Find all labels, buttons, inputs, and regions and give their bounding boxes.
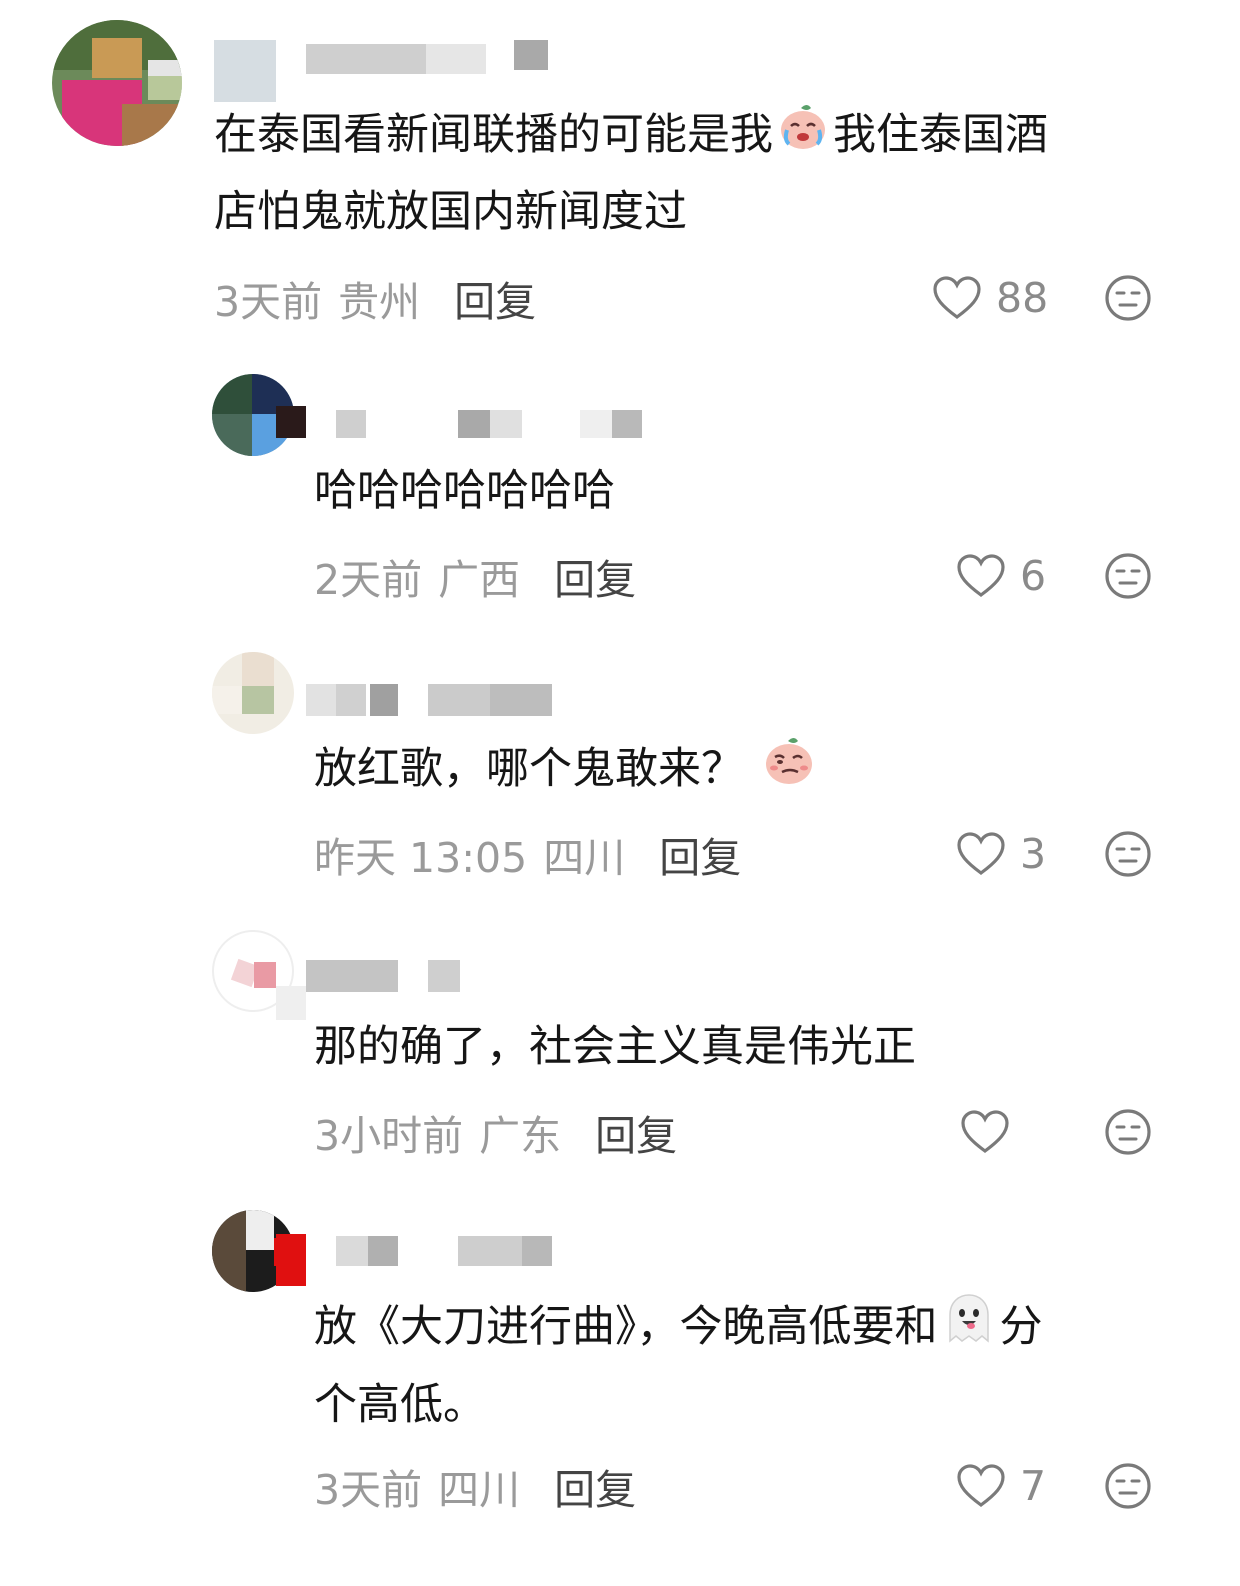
reply-button[interactable]: 回复 — [595, 1102, 677, 1162]
like-button[interactable]: 7 — [956, 1456, 1046, 1516]
avatar[interactable] — [212, 652, 294, 734]
location: 广东 — [479, 1112, 562, 1160]
location: 贵州 — [338, 278, 421, 326]
dislike-button[interactable] — [1104, 274, 1152, 322]
comment-meta: 昨天 13:05 四川 回复 — [314, 824, 741, 884]
like-button[interactable]: 3 — [956, 824, 1046, 884]
blurred-username[interactable] — [276, 376, 646, 438]
heart-icon — [956, 1463, 1006, 1509]
dislike-button[interactable] — [1104, 1108, 1152, 1156]
unamused-face-icon — [1104, 1463, 1152, 1514]
location: 四川 — [543, 834, 626, 882]
reply-button[interactable]: 回复 — [554, 1456, 636, 1516]
timestamp: 3天前 — [214, 278, 323, 326]
reply-button[interactable]: 回复 — [454, 268, 536, 328]
comment-meta: 3天前 四川 回复 — [314, 1456, 636, 1516]
reply-button[interactable]: 回复 — [659, 824, 741, 884]
like-button[interactable]: 6 — [956, 546, 1046, 606]
comment-text: 那的确了，社会主义真是伟光正 — [314, 1022, 916, 1072]
comment-text: 哈哈哈哈哈哈哈 — [314, 466, 615, 516]
timestamp: 2天前 — [314, 556, 423, 604]
comment-text: 放红歌，哪个鬼敢来？ — [314, 732, 1114, 810]
unamused-face-icon — [1104, 1109, 1152, 1160]
like-count: 7 — [1020, 1462, 1047, 1510]
dislike-button[interactable] — [1104, 1462, 1152, 1510]
heart-icon — [932, 275, 982, 321]
heart-icon — [956, 831, 1006, 877]
comment-meta: 2天前 广西 回复 — [314, 546, 636, 606]
like-count: 3 — [1020, 830, 1047, 878]
reply-button[interactable]: 回复 — [554, 546, 636, 606]
unamused-face-icon — [1104, 275, 1152, 326]
like-button[interactable]: 88 — [932, 268, 1048, 328]
comment-text: 在泰国看新闻联播的可能是我 我住泰国酒 店怕鬼就放国内新闻度过 — [214, 98, 1174, 249]
timestamp: 3小时前 — [314, 1112, 464, 1160]
timestamp: 3天前 — [314, 1466, 423, 1514]
comment-meta: 3小时前 广东 回复 — [314, 1102, 677, 1162]
timestamp: 昨天 13:05 — [314, 834, 528, 882]
location: 广西 — [438, 556, 521, 604]
heart-icon — [960, 1109, 1010, 1155]
crying-peach-emoji — [777, 100, 829, 175]
location: 四川 — [438, 1466, 521, 1514]
blurred-username[interactable] — [306, 680, 556, 730]
smirking-peach-emoji — [762, 733, 816, 810]
blurred-username[interactable] — [214, 40, 574, 102]
like-count: 6 — [1020, 552, 1047, 600]
comment-text: 放《大刀进行曲》，今晚高低要和 分 个高低。 — [314, 1290, 1194, 1442]
like-count: 88 — [996, 274, 1049, 322]
heart-icon — [956, 553, 1006, 599]
comment-meta: 3天前 贵州 回复 — [214, 268, 536, 328]
blurred-username[interactable] — [276, 1226, 576, 1286]
unamused-face-icon — [1104, 553, 1152, 604]
like-button[interactable] — [960, 1102, 1024, 1162]
ghost-emoji — [942, 1291, 996, 1368]
avatar[interactable] — [52, 20, 182, 146]
unamused-face-icon — [1104, 831, 1152, 882]
dislike-button[interactable] — [1104, 552, 1152, 600]
dislike-button[interactable] — [1104, 830, 1152, 878]
blurred-username[interactable] — [276, 958, 476, 1020]
